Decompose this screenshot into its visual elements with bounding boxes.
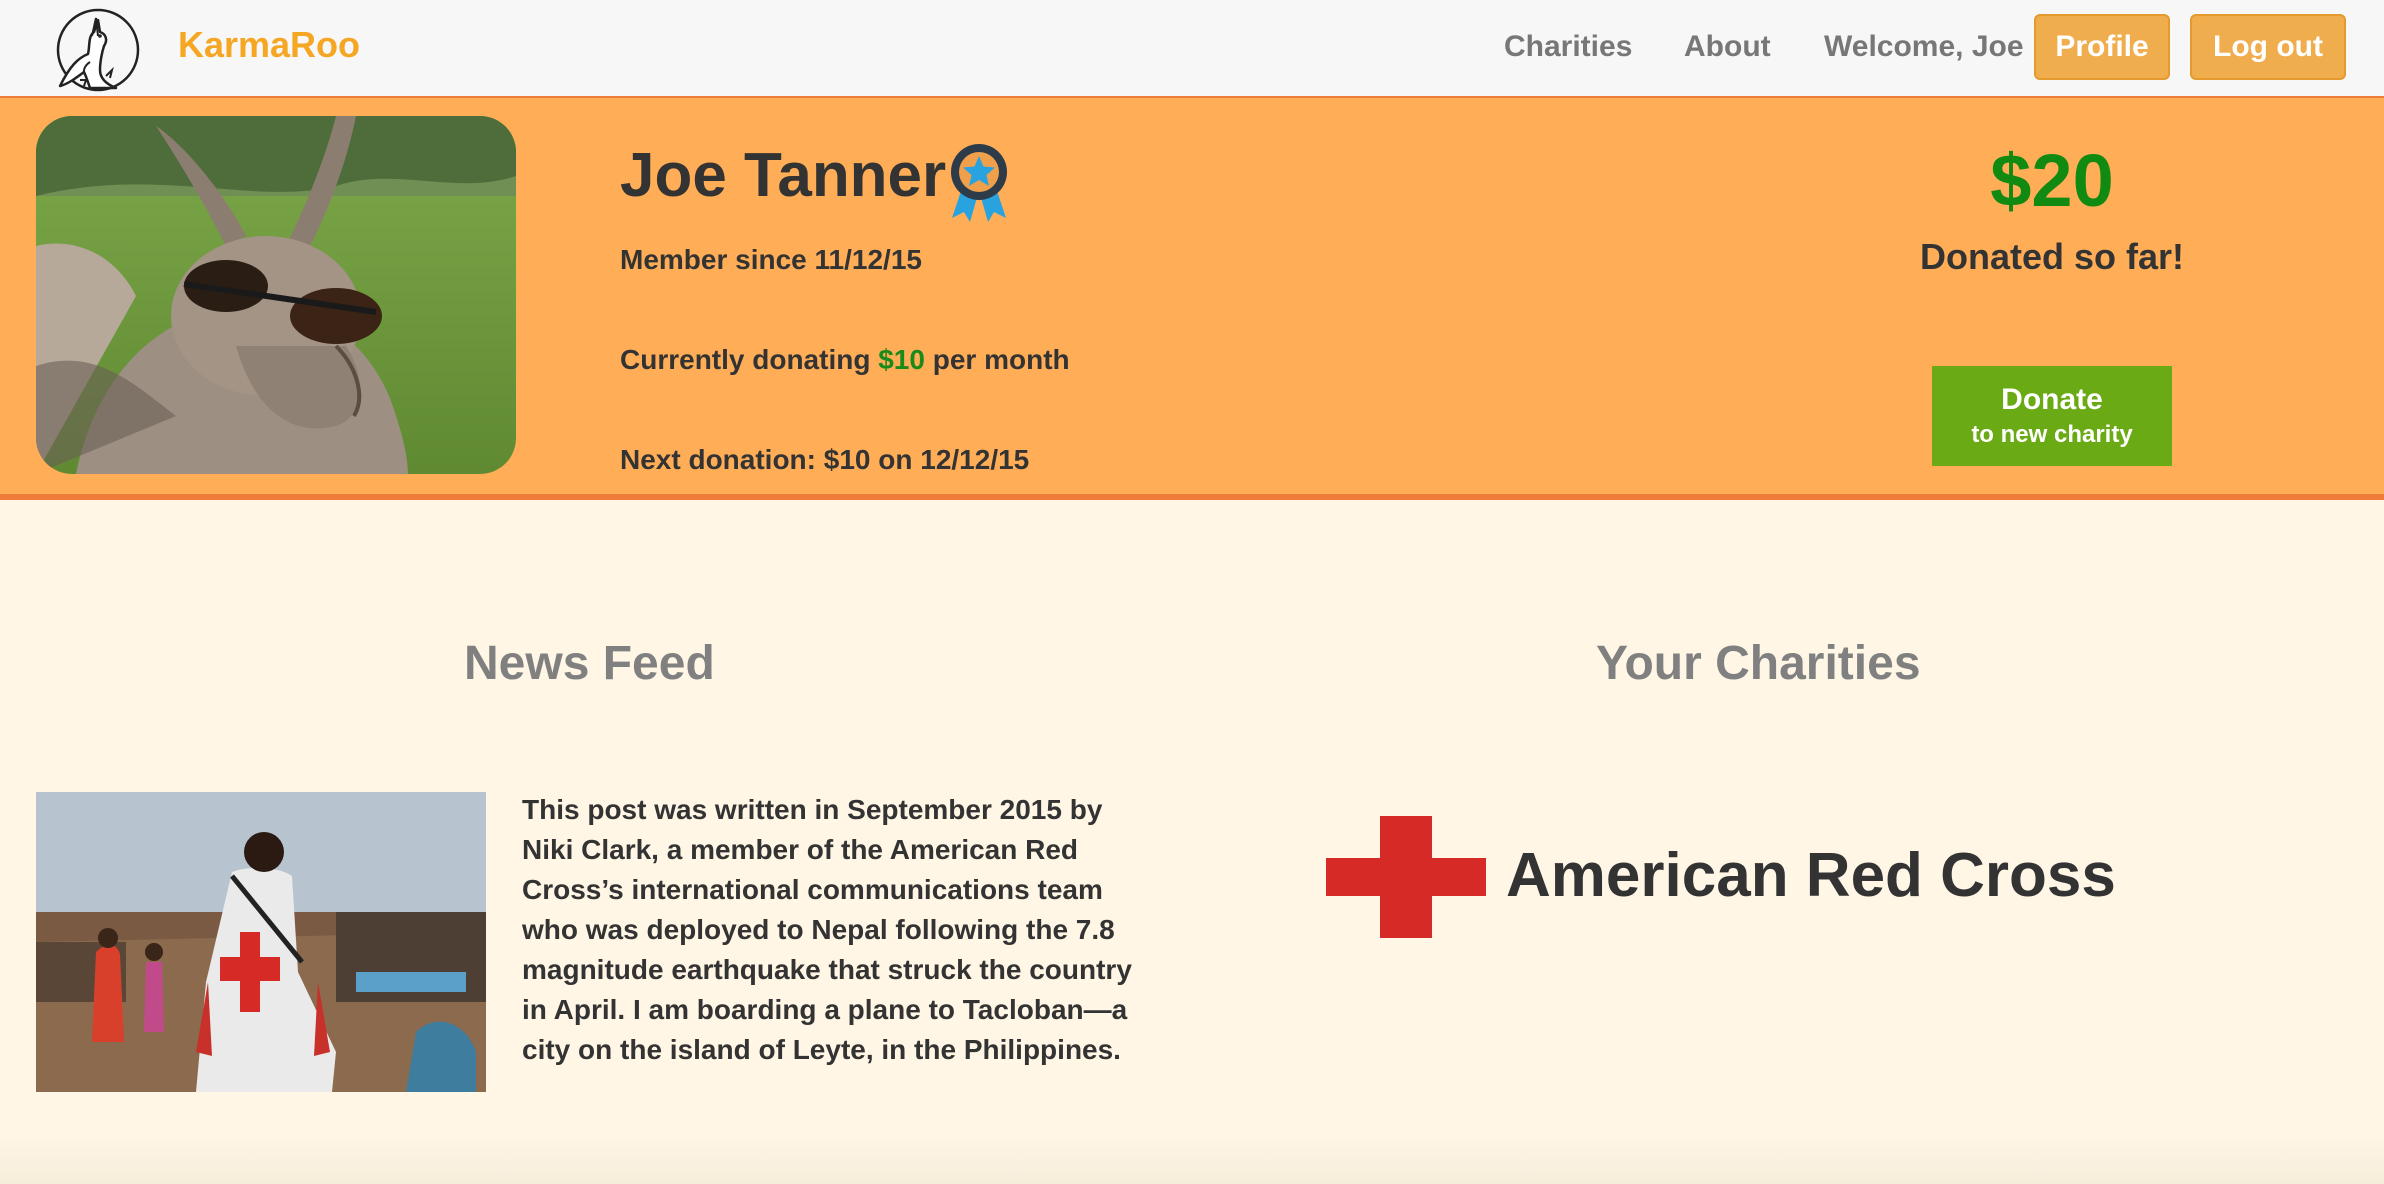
profile-avatar (36, 116, 516, 474)
news-post-image[interactable] (36, 792, 486, 1092)
total-donated-label: Donated so far! (1919, 236, 2185, 277)
bottom-fade (0, 1134, 2384, 1184)
member-since-text: Member since 11/12/15 (620, 244, 922, 275)
profile-name: Joe Tanner (620, 141, 947, 210)
total-donated-amount: $20 (1990, 139, 2114, 222)
brand-name[interactable]: KarmaRoo (178, 24, 360, 66)
current-donation-text: Currently donating $10 per month (620, 344, 1070, 376)
welcome-text: Welcome, Joe (1824, 30, 2024, 63)
donating-prefix: Currently donating (620, 344, 879, 375)
red-cross-icon[interactable] (1326, 816, 1486, 938)
donate-button-label: Donate (2001, 383, 2103, 416)
donate-new-charity-button[interactable]: Donate to new charity (1932, 366, 2172, 466)
top-navbar: KarmaRoo Charities About Welcome, Joe Pr… (0, 0, 2384, 98)
logout-button[interactable]: Log out (2190, 14, 2346, 80)
nav-link-about[interactable]: About (1684, 30, 1771, 64)
profile-banner: Joe Tanner Member since 11/12/15 Current… (0, 98, 2384, 500)
kangaroo-logo-icon[interactable] (40, 6, 144, 96)
award-ribbon-icon (948, 142, 1010, 224)
donating-amount: $10 (878, 344, 925, 375)
profile-button[interactable]: Profile (2034, 14, 2170, 80)
news-feed-heading: News Feed (464, 637, 715, 690)
next-donation-text: Next donation: $10 on 12/12/15 (620, 444, 1030, 475)
donate-button-sublabel: to new charity (1971, 421, 2133, 448)
news-post-text: This post was written in September 2015 … (522, 794, 1132, 1065)
donating-suffix: per month (924, 344, 1070, 375)
nav-link-charities[interactable]: Charities (1504, 30, 1632, 64)
your-charities-heading: Your Charities (1596, 637, 1921, 690)
charity-name-american-red-cross[interactable]: American Red Cross (1506, 840, 2116, 911)
